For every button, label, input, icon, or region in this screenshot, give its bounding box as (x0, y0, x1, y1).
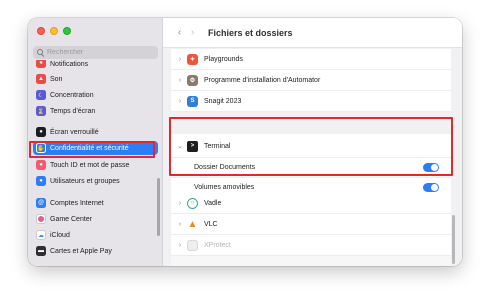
xprotect-icon (187, 239, 198, 251)
sidebar-item-label: Écran verrouillé (50, 128, 99, 136)
list-item-label: Vadle (204, 199, 222, 207)
list-item-label: Snagit 2023 (204, 97, 242, 105)
documents-toggle[interactable] (423, 163, 439, 172)
main-pane: ‹ › Fichiers et dossiers › ✦ Playgrounds… (163, 18, 462, 266)
lock-screen-icon: ● (36, 127, 46, 137)
chevron-down-icon[interactable]: ⌄ (177, 142, 183, 150)
sidebar-item-label: Touch ID et mot de passe (50, 161, 130, 169)
list-item-label: VLC (204, 220, 218, 228)
sidebar-item-label: Son (50, 75, 63, 83)
wallet-icon: ▬ (36, 246, 46, 256)
sidebar-item-son[interactable]: ▲ Son (33, 72, 158, 86)
sidebar-item-label: Confidentialité et sécurité (50, 144, 129, 152)
snagit-icon: S (187, 95, 198, 107)
list-item-snagit[interactable]: › S Snagit 2023 (171, 91, 451, 112)
main-scrollbar[interactable] (452, 215, 455, 264)
minimize-button[interactable] (50, 27, 58, 35)
hand-icon: ✋ (36, 143, 46, 153)
list-item-terminal[interactable]: ⌄ > Terminal (171, 136, 451, 156)
vlc-cone-icon: ▲ (187, 218, 198, 230)
users-icon: ● (36, 176, 46, 186)
back-button[interactable]: ‹ (173, 27, 186, 38)
chevron-right-icon[interactable]: › (177, 242, 183, 249)
hourglass-icon: ⌛ (36, 106, 46, 116)
settings-window: ● Notifications ▲ Son ☾ Concentration ⌛ … (28, 18, 462, 266)
permission-label: Volumes amovibles (194, 184, 255, 191)
list-footer (171, 256, 451, 266)
sidebar-item-game-center[interactable]: Game Center (33, 212, 158, 226)
window-controls (37, 27, 71, 35)
list-item-vadle[interactable]: › ○ Vadle (171, 193, 451, 214)
sidebar-item-label: Cartes et Apple Pay (50, 247, 112, 255)
playgrounds-icon: ✦ (187, 53, 198, 65)
list-item-label: Playgrounds (204, 55, 243, 63)
sidebar-item-touch-id[interactable]: ● Touch ID et mot de passe (33, 158, 158, 172)
chevron-right-icon[interactable]: › (177, 77, 183, 84)
search-field[interactable] (33, 46, 158, 59)
sidebar-item-label: Concentration (50, 91, 94, 99)
terminal-icon: > (187, 140, 198, 152)
automator-icon: ⚙ (187, 74, 198, 86)
moon-icon: ☾ (36, 90, 46, 100)
sidebar-item-concentration[interactable]: ☾ Concentration (33, 88, 158, 102)
list-item-label: XProtect (204, 241, 231, 249)
chevron-right-icon[interactable]: › (177, 56, 183, 63)
search-icon (37, 49, 44, 56)
cloud-icon: ☁ (36, 230, 46, 240)
game-center-icon (36, 214, 46, 224)
sidebar-item-label: Utilisateurs et groupes (50, 177, 120, 185)
sidebar-item-label: Temps d'écran (50, 107, 96, 115)
sidebar-item-icloud[interactable]: ☁ iCloud (33, 228, 158, 242)
sidebar-item-label: iCloud (50, 231, 70, 239)
list-item-label: Programme d'installation d'Automator (204, 76, 321, 84)
sidebar-item-utilisateurs[interactable]: ● Utilisateurs et groupes (33, 174, 158, 188)
speaker-icon: ▲ (36, 74, 46, 84)
bell-icon: ● (36, 60, 46, 68)
zoom-button[interactable] (63, 27, 71, 35)
sidebar-item-label: Game Center (50, 215, 93, 223)
volumes-toggle[interactable] (423, 183, 439, 192)
sidebar-scrollbar[interactable] (157, 178, 160, 236)
permission-row-documents: Dossier Documents (171, 157, 451, 177)
forward-button[interactable]: › (186, 27, 199, 38)
sidebar-item-comptes-internet[interactable]: @ Comptes Internet (33, 196, 158, 210)
chevron-right-icon[interactable]: › (177, 98, 183, 105)
chevron-right-icon[interactable]: › (177, 221, 183, 228)
app-list: › ✦ Playgrounds › ⚙ Programme d'installa… (163, 49, 462, 266)
sidebar-item-temps-ecran[interactable]: ⌛ Temps d'écran (33, 104, 158, 118)
search-input[interactable] (47, 49, 147, 56)
at-icon: @ (36, 198, 46, 208)
sidebar-item-label: Comptes Internet (50, 199, 104, 207)
list-item-automator[interactable]: › ⚙ Programme d'installation d'Automator (171, 70, 451, 91)
sidebar-item-confidentialite[interactable]: ✋ Confidentialité et sécurité (33, 141, 158, 155)
permission-label: Dossier Documents (194, 164, 256, 171)
list-item-playgrounds[interactable]: › ✦ Playgrounds (171, 49, 451, 70)
sidebar-item-ecran-verrouille[interactable]: ● Écran verrouillé (33, 125, 158, 139)
list-item-label: Terminal (204, 142, 231, 150)
page-title: Fichiers et dossiers (208, 27, 293, 38)
terminal-group: ⌄ > Terminal Dossier Documents Volumes a… (171, 134, 451, 200)
sidebar-item-label: Notifications (50, 61, 89, 68)
sidebar-item-notifications[interactable]: ● Notifications (33, 60, 158, 68)
chevron-right-icon[interactable]: › (177, 200, 183, 207)
vadle-icon: ○ (187, 197, 198, 209)
list-item-xprotect[interactable]: › XProtect (171, 235, 451, 256)
close-button[interactable] (37, 27, 45, 35)
fingerprint-icon: ● (36, 160, 46, 170)
sidebar-item-cartes-apple-pay[interactable]: ▬ Cartes et Apple Pay (33, 244, 158, 258)
list-item-vlc[interactable]: › ▲ VLC (171, 214, 451, 235)
toolbar: ‹ › Fichiers et dossiers (163, 18, 462, 48)
sidebar: ● Notifications ▲ Son ☾ Concentration ⌛ … (28, 18, 163, 266)
